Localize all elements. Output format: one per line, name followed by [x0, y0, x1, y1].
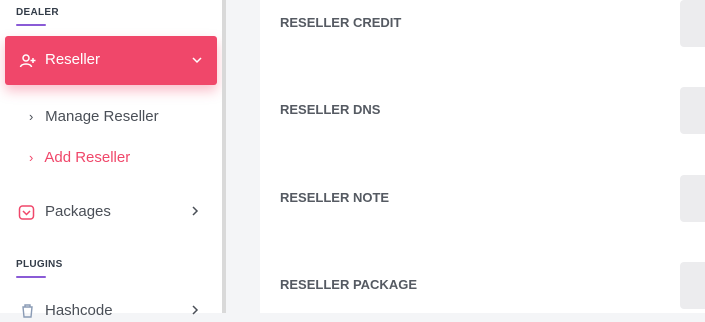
chevron-down-icon — [191, 53, 203, 65]
row-title-reseller-package: RESELLER PACKAGE — [280, 277, 417, 292]
permissions-panel: RESELLER CREDIT RESELLER DNS RESELLER NO… — [260, 0, 705, 313]
sidebar-subitem-add-reseller[interactable]: › Add Reseller — [29, 149, 130, 166]
row-toggle-box[interactable] — [680, 262, 705, 309]
row-toggle-box[interactable] — [680, 175, 705, 222]
sidebar-item-label: Packages — [45, 203, 111, 220]
sidebar: DEALER Reseller › Manage Reseller › Add … — [0, 0, 222, 319]
row-title-reseller-credit: RESELLER CREDIT — [280, 15, 402, 30]
row-toggle-box[interactable] — [680, 0, 705, 47]
chevron-right-icon: › — [29, 150, 34, 165]
chevron-right-icon — [190, 303, 200, 315]
sidebar-item-hashcode[interactable]: Hashcode — [18, 302, 208, 320]
sidebar-item-label: Hashcode — [45, 302, 113, 319]
sidebar-item-reseller[interactable]: Reseller — [5, 36, 217, 85]
chevron-right-icon — [190, 204, 200, 216]
row-title-reseller-note: RESELLER NOTE — [280, 190, 390, 205]
row-toggle-box[interactable] — [680, 87, 705, 134]
pocket-icon — [18, 204, 35, 225]
sidebar-subitem-label: Manage Reseller — [45, 108, 159, 125]
row-title-reseller-dns: RESELLER DNS — [280, 102, 381, 117]
section-underline — [16, 276, 46, 278]
sidebar-subitem-manage-reseller[interactable]: › Manage Reseller — [29, 108, 159, 125]
section-heading-dealer: DEALER — [16, 7, 59, 18]
chevron-right-icon: › — [29, 109, 34, 124]
section-heading-plugins: PLUGINS — [16, 259, 63, 270]
sidebar-item-packages[interactable]: Packages — [18, 203, 208, 221]
user-plus-icon — [19, 52, 37, 70]
main-content: RESELLER CREDIT RESELLER DNS RESELLER NO… — [226, 0, 705, 313]
sidebar-item-label: Reseller — [45, 51, 101, 68]
section-underline — [16, 24, 46, 26]
sidebar-subitem-label: Add Reseller — [44, 149, 131, 166]
